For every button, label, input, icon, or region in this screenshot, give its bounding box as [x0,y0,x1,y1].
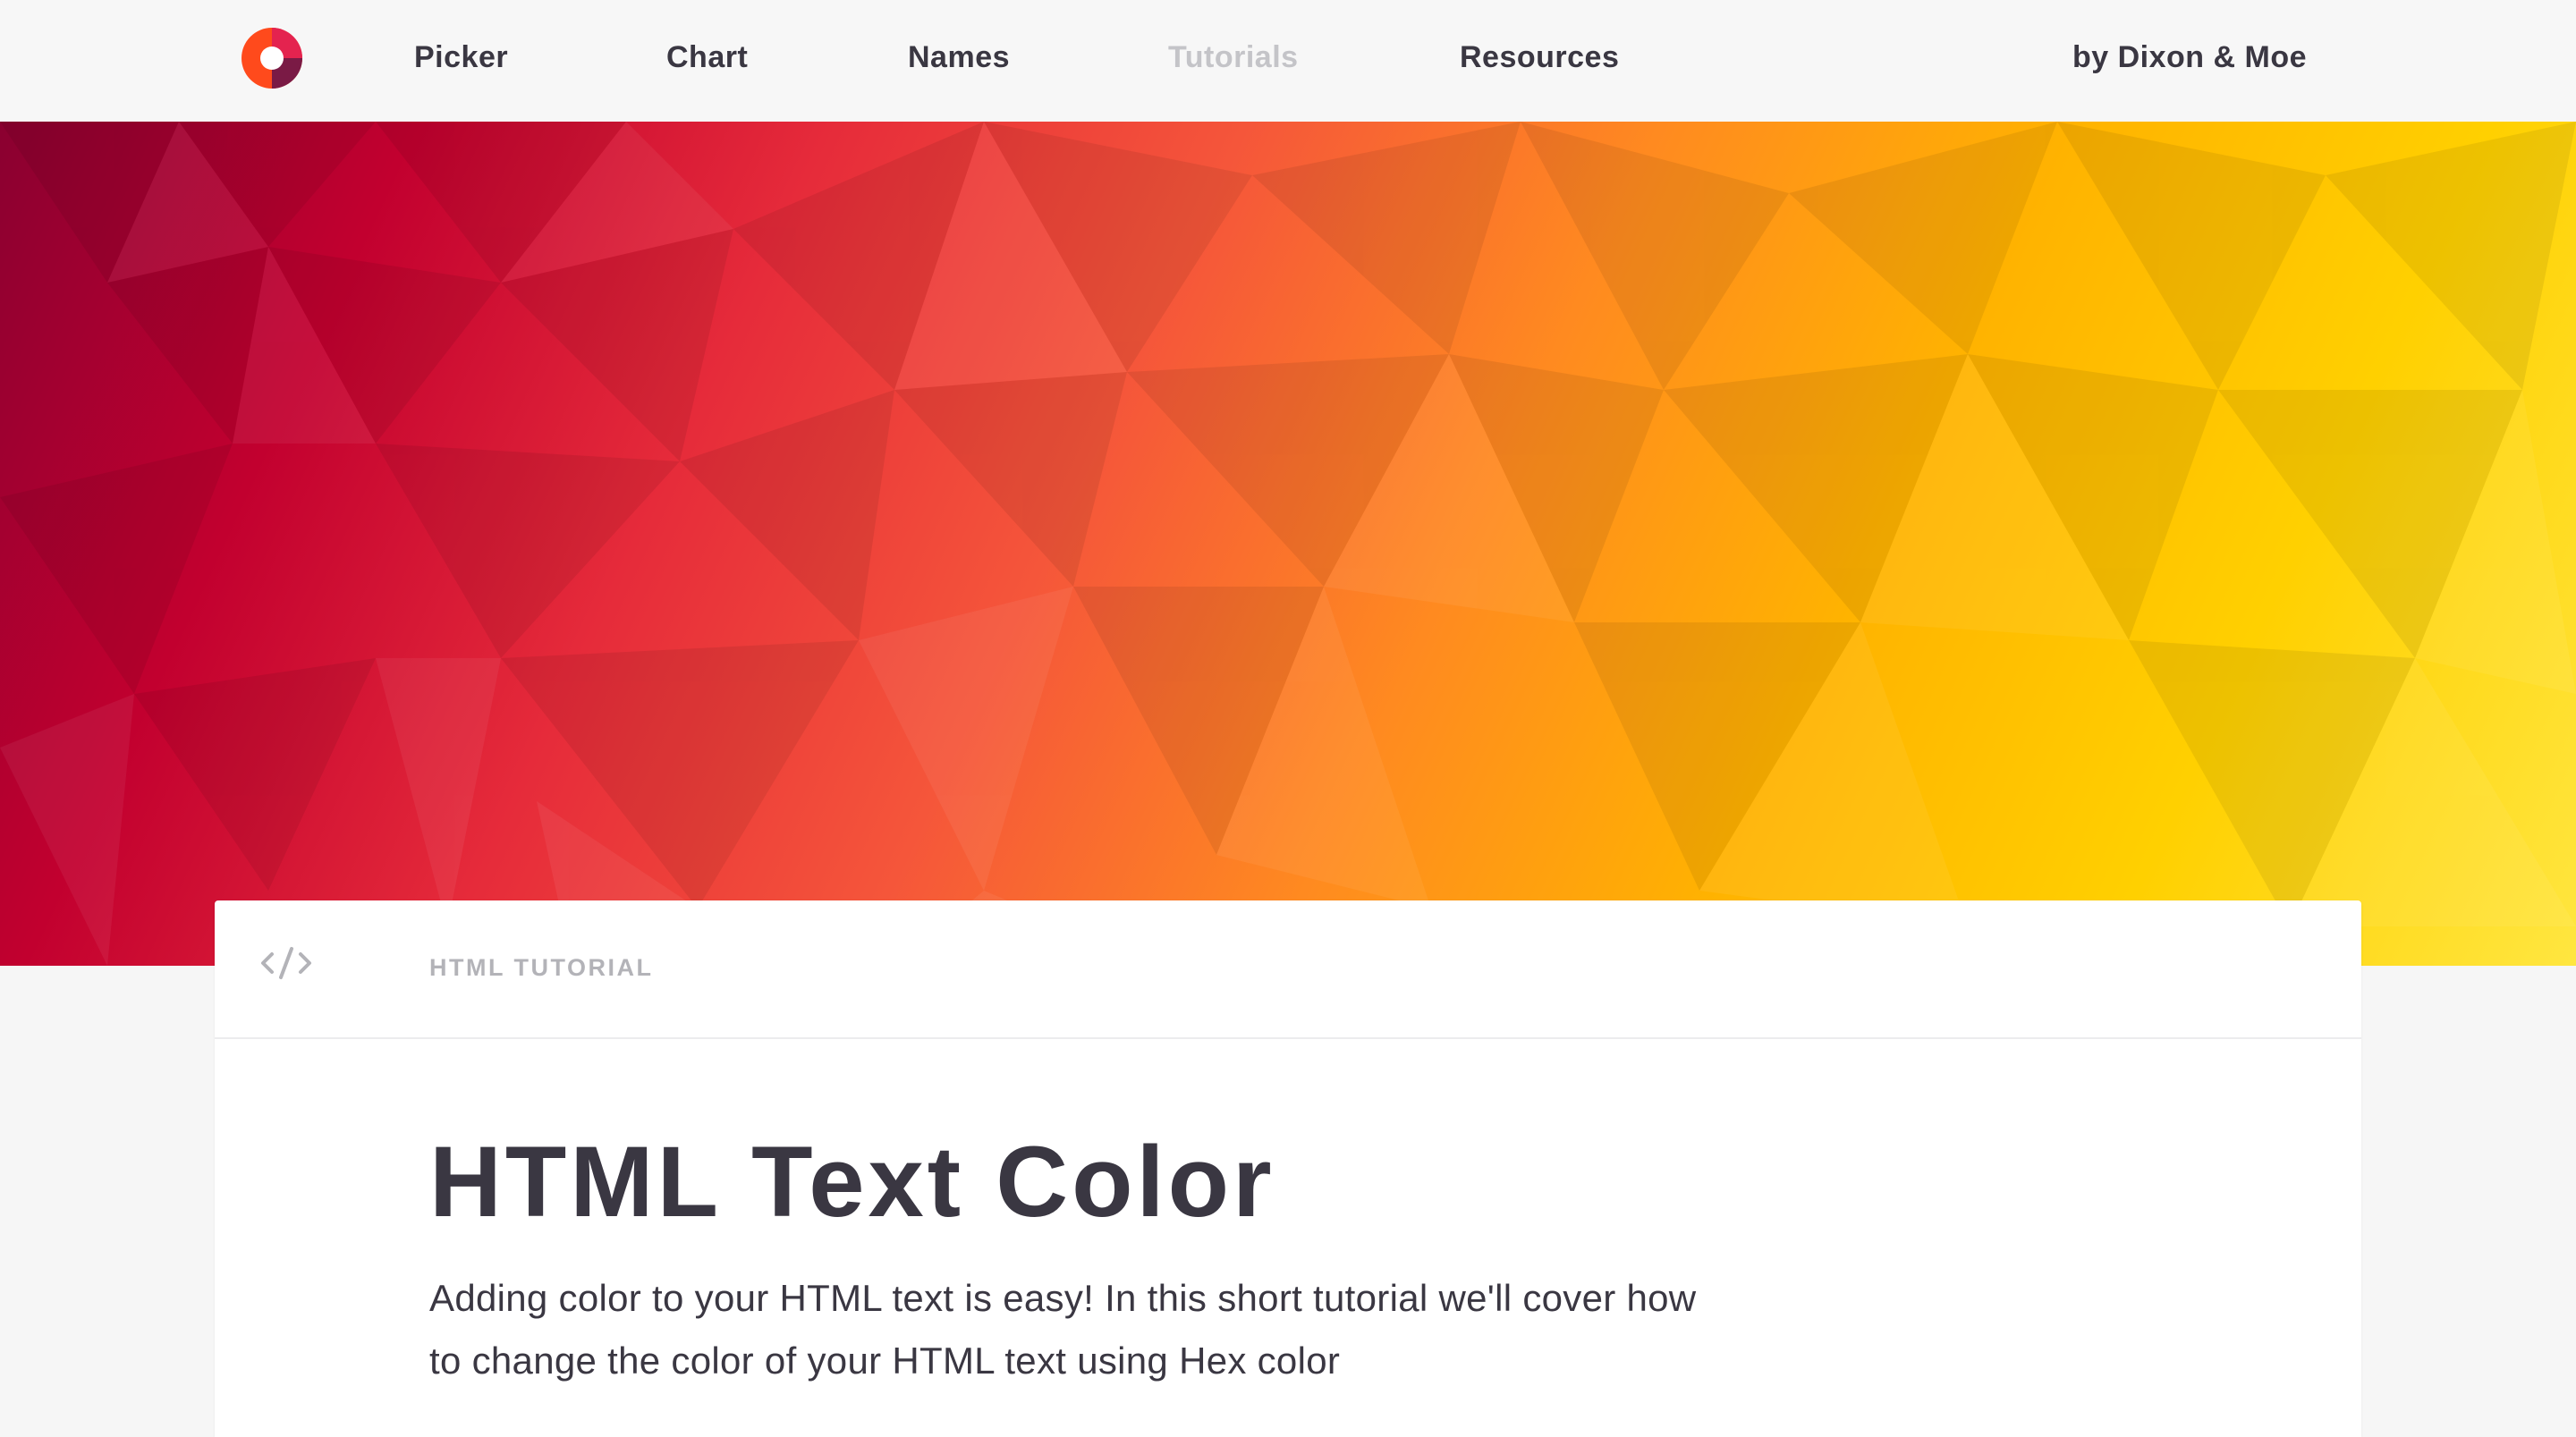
code-icon [261,947,311,979]
intro-paragraph: Adding color to your HTML text is easy! … [429,1277,1697,1382]
nav-chart-link[interactable]: Chart [666,34,748,80]
nav-names-link[interactable]: Names [908,34,1010,80]
nav-resources-link[interactable]: Resources [1460,34,1619,80]
card-header: HTML TUTORIAL [215,900,2361,1039]
logo-ring-icon[interactable] [242,28,302,89]
nav-tutorials-link[interactable]: Tutorials [1168,34,1299,80]
low-poly-pattern [0,122,2576,966]
hero-banner [0,122,2576,966]
nav-picker-link[interactable]: Picker [414,34,508,80]
nav-credit-link[interactable]: by Dixon & Moe [2072,34,2307,80]
page-title: HTML Text Color [429,1126,1275,1238]
top-navbar: Picker Chart Names Tutorials Resources b… [0,0,2576,122]
tutorial-card: HTML TUTORIAL HTML Text Color Adding col… [215,900,2361,1437]
tutorial-category-label: HTML TUTORIAL [429,954,654,981]
